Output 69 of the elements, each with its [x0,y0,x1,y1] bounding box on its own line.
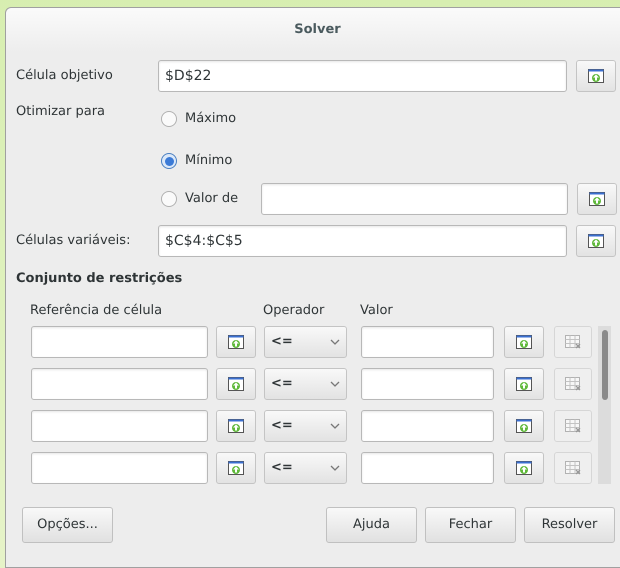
delete-table-icon [565,377,581,391]
dialog-button[interactable]: Opções... [22,507,113,543]
field-label: Célula objetivo [16,67,114,86]
input-field[interactable] [361,326,494,358]
input-field[interactable] [31,368,208,400]
dialog-button[interactable]: Resolver [524,507,615,543]
shrink-button[interactable] [504,410,544,442]
shrink-icon [516,461,532,475]
input-field[interactable] [31,452,208,484]
field-label: Células variáveis: [16,232,132,250]
operator-dropdown[interactable]: <= [264,452,347,484]
shrink-icon [228,419,244,433]
shrink-button[interactable] [576,225,616,257]
input-field[interactable] [31,326,208,358]
shrink-icon [588,69,604,83]
shrink-icon [589,192,605,206]
input-field[interactable] [361,452,494,484]
radio-label[interactable]: Mínimo [185,151,261,171]
shrink-icon [228,335,244,349]
shrink-button[interactable] [216,326,256,358]
shrink-icon [228,377,244,391]
radio-button[interactable] [161,111,177,127]
radio-label[interactable]: Valor de [185,189,261,209]
column-header: Operador [263,302,326,320]
delete-table-icon [565,461,581,475]
input-field[interactable] [31,410,208,442]
section-title: Conjunto de restrições [16,270,184,288]
shrink-button[interactable] [576,60,616,92]
dialog-button[interactable]: Ajuda [326,507,417,543]
column-header: Referência de célula [30,302,164,320]
shrink-button[interactable] [216,452,256,484]
radio-button[interactable] [161,153,177,169]
chevron-down-icon [330,381,340,387]
window-title: Solver [294,20,341,39]
delete-table-icon [565,335,581,349]
shrink-button[interactable] [216,410,256,442]
shrink-icon [516,419,532,433]
chevron-down-icon [330,339,340,345]
input-field[interactable] [361,410,494,442]
delete-row-button[interactable] [554,410,592,442]
delete-table-icon [565,419,581,433]
shrink-button[interactable] [504,326,544,358]
input-field[interactable]: $C$4:$C$5 [158,225,567,257]
shrink-button[interactable] [504,452,544,484]
shrink-icon [516,377,532,391]
operator-dropdown[interactable]: <= [264,368,347,400]
input-field[interactable]: $D$22 [158,60,567,92]
delete-row-button[interactable] [554,368,592,400]
operator-dropdown[interactable]: <= [264,410,347,442]
shrink-button[interactable] [216,368,256,400]
input-field[interactable] [361,368,494,400]
field-label: Otimizar para [16,103,106,121]
delete-row-button[interactable] [554,326,592,358]
shrink-button[interactable] [577,183,617,215]
operator-dropdown[interactable]: <= [264,326,347,358]
radio-label[interactable]: Máximo [185,109,261,129]
chevron-down-icon [330,423,340,429]
scrollbar-thumb[interactable] [602,330,608,400]
shrink-icon [588,234,604,248]
delete-row-button[interactable] [554,452,592,484]
scrollbar[interactable] [598,326,611,484]
shrink-button[interactable] [504,368,544,400]
shrink-icon [228,461,244,475]
chevron-down-icon [330,465,340,471]
column-header: Valor [360,302,393,320]
shrink-icon [516,335,532,349]
dialog-button[interactable]: Fechar [425,507,516,543]
input-field[interactable] [261,183,568,215]
radio-button[interactable] [161,191,177,207]
